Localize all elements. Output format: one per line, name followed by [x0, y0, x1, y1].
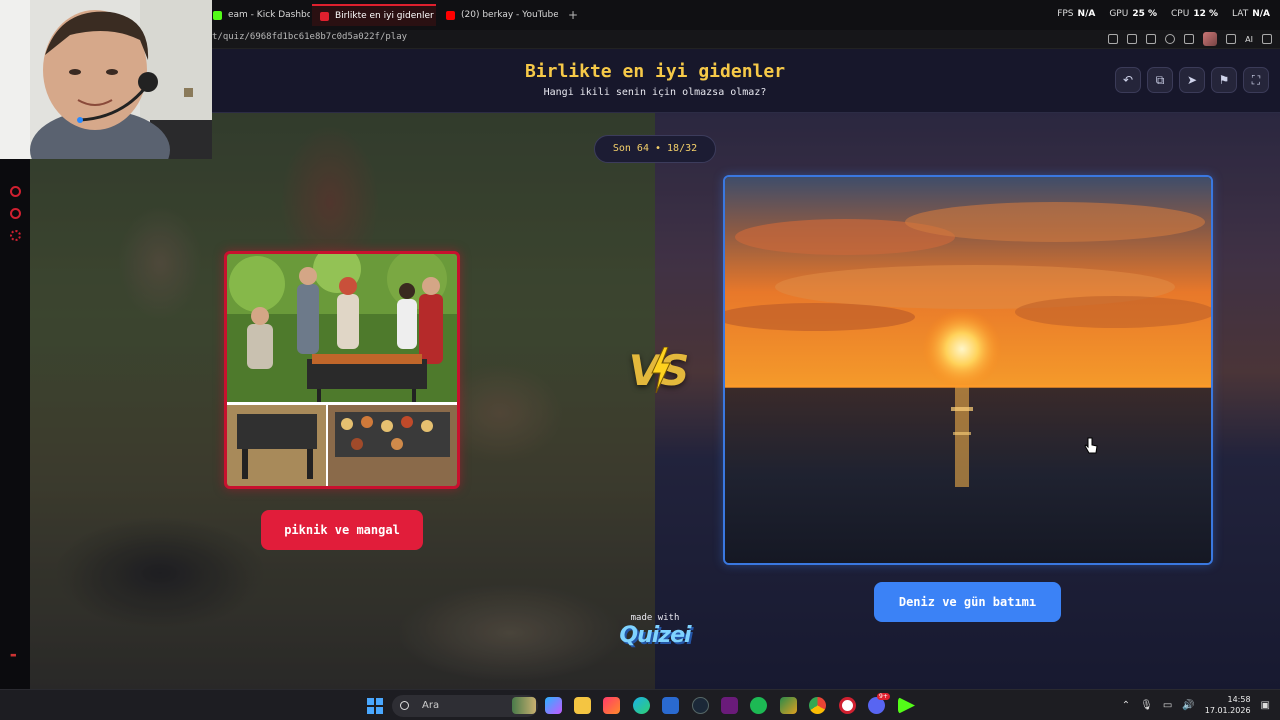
hand-cursor-icon — [1084, 437, 1098, 454]
right-option-image[interactable] — [723, 175, 1213, 565]
opera-gx-icon[interactable] — [603, 697, 620, 714]
edge-icon[interactable] — [633, 697, 650, 714]
system-tray: ⌃ 🎙 ▭ 🔊 14:58 17.01.2026 ▣ — [1122, 694, 1270, 716]
kick-icon — [213, 10, 222, 20]
quiz-subtitle: Hangi ikili senin için olmazsa olmaz? — [543, 87, 767, 98]
stat-gpu: GPU 25 % — [1109, 9, 1158, 19]
player-icon[interactable] — [1165, 34, 1176, 44]
screen: eam - Kick Dashboard Birlikte en iyi gid… — [0, 0, 1280, 720]
stat-fps: FPS N/A — [1057, 9, 1096, 19]
visual-studio-icon[interactable] — [721, 697, 738, 714]
aria-ai-button[interactable]: AI — [1245, 35, 1253, 44]
store-icon[interactable] — [662, 697, 679, 714]
url-field[interactable]: t/quiz/6968fd1bc61e8b7c0d5a022f/play — [212, 32, 407, 42]
right-choice-button[interactable]: Deniz ve gün batımı — [874, 582, 1061, 622]
quiz-stage: Son 64 • 18/32 piknik ve mangal Deniz ve… — [30, 113, 1280, 689]
start-button[interactable] — [367, 698, 383, 714]
share-button[interactable]: ⧉ — [1147, 67, 1173, 93]
sea-sunset-illustration — [725, 177, 1211, 563]
quizei-logo[interactable]: Quizei — [610, 623, 700, 648]
tab-label: (20) berkay - YouTube — [461, 10, 558, 20]
stat-lat: LAT N/A — [1232, 9, 1270, 19]
made-with-label: made with — [630, 613, 680, 623]
send-button[interactable]: ➤ — [1179, 67, 1205, 93]
undo-button[interactable]: ↶ — [1115, 67, 1141, 93]
tab-kick-dashboard[interactable]: eam - Kick Dashboard — [205, 4, 310, 26]
webcam-overlay — [0, 0, 212, 159]
share-icon: ⧉ — [1155, 73, 1165, 87]
fullscreen-button[interactable]: ⛶ — [1243, 67, 1269, 93]
adblock-icon[interactable] — [1146, 34, 1157, 44]
profile-avatar[interactable] — [1203, 32, 1218, 46]
left-choice-button[interactable]: piknik ve mangal — [261, 510, 423, 550]
flag-icon: ⚑ — [1218, 73, 1230, 87]
settings-icon[interactable] — [10, 230, 21, 241]
performance-stats: FPS N/A GPU 25 % CPU 12 % LAT N/A — [1057, 9, 1270, 19]
tab-label: Birlikte en iyi gidenler - Ti — [335, 11, 436, 21]
widgets-icon[interactable] — [512, 697, 536, 714]
search-icon — [400, 701, 409, 710]
download-icon[interactable] — [1226, 34, 1237, 44]
chrome-icon[interactable] — [809, 697, 826, 714]
quiz-title: Birlikte en iyi gidenler — [524, 61, 786, 82]
sidebar-more-icon[interactable]: ▬ — [10, 651, 17, 659]
microphone-icon[interactable]: 🎙 — [1140, 700, 1153, 711]
copilot-icon[interactable] — [545, 697, 562, 714]
heart-icon[interactable] — [1184, 34, 1195, 44]
quiz-favicon-icon — [320, 11, 329, 21]
picnic-barbecue-illustration — [227, 254, 457, 486]
youtube-icon — [446, 10, 455, 20]
gx-control-icon[interactable] — [10, 186, 21, 197]
clock-date: 17.01.2026 — [1204, 706, 1251, 715]
send-icon: ➤ — [1186, 73, 1198, 87]
report-button[interactable]: ⚑ — [1211, 67, 1237, 93]
tray-chevron-icon[interactable]: ⌃ — [1122, 700, 1130, 711]
menu-icon[interactable] — [1262, 34, 1272, 44]
volume-icon[interactable]: 🔊 — [1182, 700, 1194, 711]
history-icon[interactable] — [10, 208, 21, 219]
file-explorer-icon[interactable] — [574, 697, 591, 714]
quiz-header: Birlikte en iyi gidenler Hangi ikili sen… — [30, 49, 1280, 113]
tab-label: eam - Kick Dashboard — [228, 10, 310, 20]
snapshot-icon[interactable] — [1127, 34, 1138, 44]
left-option-image[interactable] — [224, 251, 460, 489]
clock-time: 14:58 — [1227, 695, 1251, 704]
spotify-icon[interactable] — [750, 697, 767, 714]
opera-icon[interactable] — [839, 697, 856, 714]
tab-youtube[interactable]: (20) berkay - YouTube — [438, 4, 558, 26]
lightning-bolt-icon — [651, 347, 671, 393]
round-indicator: Son 64 • 18/32 — [594, 135, 716, 163]
notification-icon[interactable]: ▣ — [1261, 700, 1270, 711]
kick-icon[interactable] — [898, 697, 915, 714]
clock[interactable]: 14:58 17.01.2026 — [1205, 694, 1251, 716]
stat-cpu: CPU 12 % — [1171, 9, 1219, 19]
undo-icon: ↶ — [1122, 73, 1134, 87]
network-icon[interactable]: ▭ — [1163, 700, 1172, 711]
browser-toolbar: AI — [1108, 32, 1272, 46]
new-tab-button[interactable]: + — [566, 8, 580, 22]
app-icon[interactable] — [780, 697, 797, 714]
steam-icon[interactable] — [692, 697, 709, 714]
windows-taskbar: Ara 9+ ⌃ 🎙 ▭ 🔊 14:58 17.01.2026 ▣ — [0, 689, 1280, 720]
fullscreen-icon: ⛶ — [1251, 73, 1261, 87]
streamer-webcam — [0, 0, 212, 159]
discord-badge: 9+ — [877, 693, 890, 700]
bookmark-icon[interactable] — [1108, 34, 1119, 44]
tab-quiz[interactable]: Birlikte en iyi gidenler - Ti — [312, 4, 436, 26]
